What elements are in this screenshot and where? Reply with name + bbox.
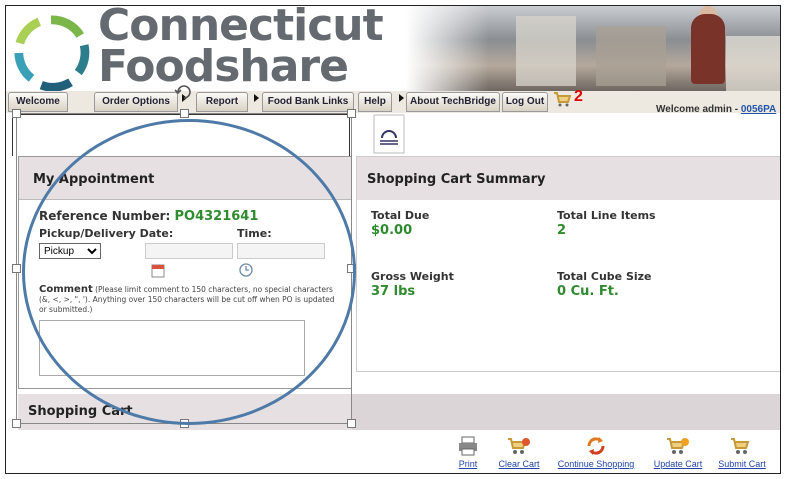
continue-shopping-label: Continue Shopping (557, 459, 635, 469)
pickup-mode-select[interactable]: Pickup (39, 243, 101, 259)
line-items-value: 2 (557, 223, 567, 238)
cart-count-badge: 2 (574, 88, 583, 105)
resize-handle[interactable] (12, 264, 21, 273)
cart-icon[interactable] (553, 90, 571, 108)
reference-number: Reference Number: PO4321641 (39, 209, 258, 224)
tab-report[interactable]: Report (196, 92, 248, 112)
total-due-value: $0.00 (371, 223, 413, 238)
resize-handle[interactable] (180, 109, 189, 118)
print-action[interactable]: Print (450, 436, 486, 469)
cube-size-value: 0 Cu. Ft. (557, 284, 619, 299)
appointment-title: My Appointment (19, 157, 351, 200)
submit-cart-icon (731, 438, 750, 454)
comment-textarea[interactable] (39, 320, 305, 376)
welcome-label: Welcome admin - (656, 104, 741, 115)
print-label: Print (458, 459, 478, 469)
update-cart-label: Update Cart (653, 459, 703, 469)
summary-panel: Shopping Cart Summary Total Due $0.00 To… (356, 156, 780, 372)
gross-weight-label: Gross Weight (371, 270, 454, 283)
summary-title: Shopping Cart Summary (357, 157, 780, 200)
total-due-label: Total Due (371, 209, 430, 222)
submenu-arrow-icon (254, 94, 259, 102)
tab-log-out[interactable]: Log Out (502, 92, 548, 112)
appointment-panel: My Appointment Reference Number: PO43216… (18, 156, 352, 389)
printer-icon (459, 436, 477, 456)
rotate-handle-icon[interactable] (174, 82, 194, 102)
warehouse-photo (406, 6, 780, 91)
time-input[interactable] (237, 243, 325, 259)
tab-about-techbridge[interactable]: About TechBridge (406, 92, 500, 112)
document-icon (373, 114, 405, 154)
tab-order-options[interactable]: Order Options (94, 92, 178, 112)
brand-wordmark: Connecticut Foodshare (98, 6, 384, 92)
clock-icon[interactable] (239, 263, 253, 277)
cube-size-label: Total Cube Size (557, 270, 652, 283)
comment-instructions: Comment (Please limit comment to 150 cha… (39, 285, 339, 315)
resize-handle[interactable] (12, 109, 21, 118)
comment-label: Comment (39, 284, 93, 295)
continue-shopping-action[interactable]: Continue Shopping (550, 436, 642, 469)
browser-frame: Connecticut Foodshare Welcome Order Opti… (5, 5, 781, 474)
welcome-text: Welcome admin - 0056PA (656, 104, 776, 115)
tab-help[interactable]: Help (358, 92, 392, 112)
refresh-icon (587, 437, 605, 455)
clear-cart-icon (508, 438, 530, 454)
submit-cart-action[interactable]: Submit Cart (712, 436, 772, 469)
submenu-arrow-icon (399, 94, 404, 102)
resize-handle[interactable] (12, 419, 21, 428)
account-link[interactable]: 0056PA (741, 104, 776, 115)
site-header: Connecticut Foodshare (6, 6, 780, 92)
clear-cart-action[interactable]: Clear Cart (490, 436, 548, 469)
update-cart-icon (667, 438, 689, 454)
time-label: Time: (237, 227, 272, 240)
calendar-icon[interactable] (151, 262, 165, 278)
update-cart-action[interactable]: Update Cart (648, 436, 708, 469)
tab-food-bank-links[interactable]: Food Bank Links (262, 92, 354, 112)
resize-handle[interactable] (347, 109, 356, 118)
brand-line2: Foodshare (98, 41, 349, 92)
reference-label: Reference Number: (39, 209, 175, 223)
shopping-cart-bar-right (352, 394, 780, 430)
line-items-label: Total Line Items (557, 209, 656, 222)
date-label: Pickup/Delivery Date: (39, 227, 174, 240)
resize-handle[interactable] (347, 264, 356, 273)
submit-cart-label: Submit Cart (718, 459, 766, 469)
resize-handle[interactable] (347, 419, 356, 428)
date-input[interactable] (145, 243, 233, 259)
gross-weight-value: 37 lbs (371, 284, 416, 299)
reference-value: PO4321641 (174, 209, 259, 224)
resize-handle[interactable] (180, 419, 189, 428)
clear-cart-label: Clear Cart (498, 459, 540, 469)
foodshare-logo-icon (14, 15, 90, 92)
selection-outline (12, 114, 350, 156)
